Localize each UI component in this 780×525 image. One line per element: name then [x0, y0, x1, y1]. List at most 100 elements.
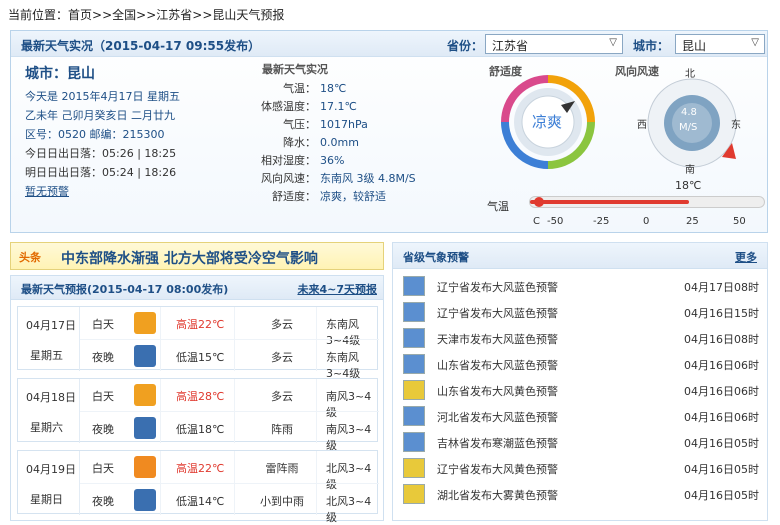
- obs-row: 风向风速： 东南风 3级 4.8M/S: [256, 170, 456, 188]
- warning-link[interactable]: 天津市发布大风蓝色预警: [437, 331, 558, 347]
- lunar-date: 乙未年 己卯月癸亥日 二月廿九: [25, 109, 175, 122]
- forecast-date-cell: 04月19日 星期日: [18, 451, 80, 515]
- breadcrumb-sep: >>: [92, 8, 113, 22]
- compass-east: 东: [731, 120, 741, 131]
- warning-item[interactable]: 湖北省发布大雾黄色预警 04月16日05时: [401, 481, 763, 507]
- warning-item[interactable]: 辽宁省发布大风蓝色预警 04月17日08时: [401, 273, 763, 299]
- warning-icon: [403, 380, 425, 400]
- warning-link[interactable]: 辽宁省发布大风蓝色预警: [437, 305, 558, 321]
- warning-link[interactable]: 湖北省发布大雾黄色预警: [437, 487, 558, 503]
- period-label: 白天: [92, 390, 114, 403]
- forecast-night-row: 夜晚 低温14℃ 小到中雨 北风3~4级: [80, 483, 379, 524]
- obs-key: 风向风速：: [261, 172, 316, 185]
- temp-fill: [530, 200, 690, 204]
- weather-condition: 小到中雨: [260, 495, 304, 508]
- warning-link[interactable]: 山东省发布大风蓝色预警: [437, 357, 558, 373]
- obs-value: 东南风 3级 4.8M/S: [320, 172, 416, 185]
- low-temp: 低温15℃: [176, 351, 225, 364]
- period-label: 夜晚: [92, 423, 114, 436]
- warning-icon: [403, 328, 425, 348]
- warning-item[interactable]: 山东省发布大风黄色预警 04月16日06时: [401, 377, 763, 403]
- forecast-day-row: 白天 高温22℃ 雷阵雨 北风3~4级: [80, 451, 379, 491]
- warnings-title: 省级气象预警: [403, 251, 469, 264]
- obs-row: 体感温度： 17.1℃: [256, 98, 456, 116]
- forecast-day: 04月17日 星期五 白天 高温22℃ 多云 东南风3~4级 夜晚 低温15℃ …: [17, 306, 379, 380]
- forecast-day-row: 白天 高温28℃ 多云 南风3~4级: [80, 379, 379, 419]
- warning-item[interactable]: 辽宁省发布大风黄色预警 04月16日05时: [401, 455, 763, 481]
- warning-item[interactable]: 吉林省发布寒潮蓝色预警 04月16日05时: [401, 429, 763, 455]
- warning-link[interactable]: 辽宁省发布大风蓝色预警: [437, 279, 558, 295]
- city-info: 城市：昆山 今天是 2015年4月17日 星期五 乙未年 己卯月癸亥日 二月廿九…: [25, 63, 265, 201]
- temp-value: 18℃: [675, 179, 702, 192]
- province-select[interactable]: 江苏省 ▽: [485, 34, 623, 54]
- weather-condition: 多云: [271, 318, 293, 331]
- low-temp: 低温14℃: [176, 495, 225, 508]
- forecast-header: 最新天气预报(2015-04-17 08:00发布) 未来4~7天预报: [11, 276, 383, 300]
- obs-key: 相对湿度：: [261, 154, 316, 167]
- area-codes: 区号：0520 邮编：215300: [25, 128, 165, 141]
- temp-bar: [529, 196, 765, 208]
- obs-row: 相对湿度： 36%: [256, 152, 456, 170]
- obs-key: 气压：: [283, 118, 316, 131]
- obs-key: 体感温度：: [261, 100, 316, 113]
- city-value: 昆山: [682, 39, 707, 53]
- warning-icon: [403, 302, 425, 322]
- warnings-more-link[interactable]: 更多: [735, 249, 757, 265]
- warning-item[interactable]: 河北省发布大风蓝色预警 04月16日06时: [401, 403, 763, 429]
- warning-item[interactable]: 山东省发布大风蓝色预警 04月16日06时: [401, 351, 763, 377]
- breadcrumb-province-link[interactable]: 江苏省: [156, 8, 192, 22]
- wind-speed-value: 4.8: [681, 107, 697, 118]
- sun-tomorrow: 明日日出日落：05:24 | 18:26: [25, 166, 177, 179]
- live-weather-panel: 最新天气实况（2015-04-17 09:55发布） 省份： 江苏省 ▽ 城市：…: [10, 30, 768, 233]
- warning-item[interactable]: 天津市发布大风蓝色预警 04月16日08时: [401, 325, 763, 351]
- forecast-night-row: 夜晚 低温15℃ 多云 东南风3~4级: [80, 339, 379, 380]
- forecast-weekday: 星期六: [30, 421, 63, 434]
- today-date: 今天是 2015年4月17日 星期五: [25, 90, 180, 103]
- warning-time: 04月16日15时: [684, 307, 759, 320]
- forecast-day-row: 白天 高温22℃ 多云 东南风3~4级: [80, 307, 379, 347]
- no-warning-link[interactable]: 暂无预警: [25, 185, 69, 198]
- forecast-day: 04月18日 星期六 白天 高温28℃ 多云 南风3~4级 夜晚 低温18℃ 阵…: [17, 378, 379, 452]
- forecast-title: 最新天气预报(2015-04-17 08:00发布): [21, 283, 229, 296]
- forecast-date: 04月19日: [26, 463, 76, 476]
- compass-south: 南: [685, 165, 695, 176]
- obs-value: 36%: [320, 154, 345, 167]
- province-value: 江苏省: [492, 39, 529, 53]
- obs-value: 凉爽，较舒适: [320, 190, 386, 203]
- period-label: 夜晚: [92, 351, 114, 364]
- breadcrumb-home-link[interactable]: 首页: [68, 8, 92, 22]
- breadcrumb-country-link[interactable]: 全国: [112, 8, 136, 22]
- city-select[interactable]: 昆山 ▽: [675, 34, 765, 54]
- warning-link[interactable]: 辽宁省发布大风黄色预警: [437, 461, 558, 477]
- weather-condition: 多云: [271, 351, 293, 364]
- live-header: 最新天气实况（2015-04-17 09:55发布） 省份： 江苏省 ▽ 城市：…: [11, 31, 767, 57]
- warning-time: 04月16日06时: [684, 411, 759, 424]
- warning-link[interactable]: 山东省发布大风黄色预警: [437, 383, 558, 399]
- forecast-weekday: 星期五: [30, 349, 63, 362]
- warning-time: 04月16日05时: [684, 489, 759, 502]
- partly-cloudy-day-icon: [134, 312, 156, 334]
- temp-tick: 25: [686, 216, 699, 227]
- low-temp: 低温18℃: [176, 423, 225, 436]
- forecast-more-link[interactable]: 未来4~7天预报: [297, 281, 377, 297]
- partly-cloudy-night-icon: [134, 345, 156, 367]
- warning-icon: [403, 406, 425, 426]
- thermometer-bulb-icon: [534, 197, 544, 207]
- forecast-date-cell: 04月18日 星期六: [18, 379, 80, 443]
- temp-tick: C: [533, 216, 540, 227]
- breadcrumb-sep: >>: [136, 8, 157, 22]
- city-name: 城市：昆山: [25, 66, 95, 82]
- warning-icon: [403, 276, 425, 296]
- province-warnings-panel: 省级气象预警 更多 辽宁省发布大风蓝色预警 04月17日08时 辽宁省发布大风蓝…: [392, 242, 768, 521]
- warning-time: 04月16日05时: [684, 463, 759, 476]
- high-temp: 高温28℃: [176, 390, 225, 403]
- warning-link[interactable]: 河北省发布大风蓝色预警: [437, 409, 558, 425]
- obs-row: 气压： 1017hPa: [256, 116, 456, 134]
- warning-link[interactable]: 吉林省发布寒潮蓝色预警: [437, 435, 558, 451]
- warning-item[interactable]: 辽宁省发布大风蓝色预警 04月16日15时: [401, 299, 763, 325]
- headline-banner[interactable]: 头条 中东部降水渐强 北方大部将受冷空气影响: [10, 242, 384, 270]
- headline-tag: 头条: [19, 251, 41, 264]
- obs-title: 最新天气实况: [262, 63, 328, 76]
- headline-text[interactable]: 中东部降水渐强 北方大部将受冷空气影响: [61, 248, 318, 268]
- forecast-weekday: 星期日: [30, 493, 63, 506]
